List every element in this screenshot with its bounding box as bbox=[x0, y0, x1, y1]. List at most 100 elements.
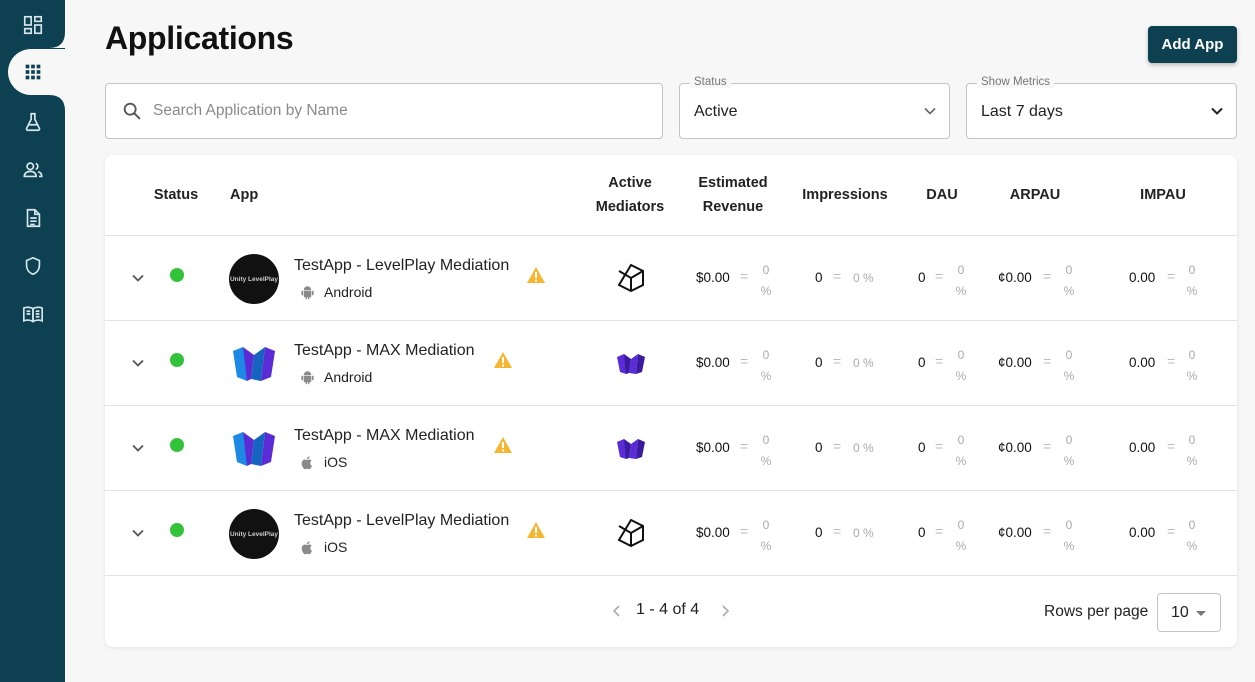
warning-icon[interactable] bbox=[493, 351, 513, 369]
applications-table: Status App Active Mediators Estimated Re… bbox=[105, 155, 1237, 647]
change-unit: % bbox=[1063, 539, 1075, 553]
col-revenue[interactable]: Estimated Revenue bbox=[683, 171, 783, 219]
equals-sign: = bbox=[740, 438, 749, 454]
app-logo-levelplay: Unity LevelPlay bbox=[229, 254, 279, 304]
status-dot bbox=[170, 268, 184, 282]
rows-per-page-value: 10 bbox=[1171, 604, 1189, 621]
col-dau[interactable]: DAU bbox=[917, 183, 967, 207]
nav-docs[interactable] bbox=[0, 292, 65, 336]
impau-value: 0.00 bbox=[1129, 525, 1156, 540]
platform-label: iOS bbox=[324, 539, 348, 555]
dau-value: 0 bbox=[918, 355, 926, 370]
change-value: 0 bbox=[1065, 518, 1073, 532]
equals-sign: = bbox=[833, 268, 842, 284]
impau-change: 0% bbox=[1185, 430, 1199, 472]
impau-value: 0.00 bbox=[1129, 355, 1156, 370]
equals-sign: = bbox=[1167, 268, 1176, 284]
page-title: Applications bbox=[105, 20, 294, 56]
table-row[interactable]: Unity LevelPlay TestApp - LevelPlay Medi… bbox=[105, 491, 1237, 576]
change-value: 0 bbox=[762, 348, 770, 362]
arpau-value: ¢0.00 bbox=[998, 355, 1032, 370]
equals-sign: = bbox=[833, 353, 842, 369]
warning-icon[interactable] bbox=[526, 521, 546, 539]
rows-per-page-select[interactable]: 10 bbox=[1157, 593, 1221, 632]
nav-users[interactable] bbox=[0, 148, 65, 192]
app-logo-max bbox=[233, 432, 275, 466]
change-value: 0 bbox=[1065, 348, 1073, 362]
col-status[interactable]: Status bbox=[151, 183, 201, 207]
document-icon bbox=[26, 208, 40, 228]
expand-chevron-icon[interactable] bbox=[131, 271, 145, 285]
arpau-value: ¢0.00 bbox=[998, 525, 1032, 540]
expand-chevron-icon[interactable] bbox=[131, 441, 145, 455]
nav-testing[interactable] bbox=[0, 100, 65, 144]
equals-sign: = bbox=[740, 268, 749, 284]
equals-sign: = bbox=[935, 438, 944, 454]
col-app[interactable]: App bbox=[230, 183, 258, 207]
change-unit: % bbox=[1186, 369, 1198, 383]
chevron-down-icon bbox=[1211, 107, 1223, 115]
expand-chevron-icon[interactable] bbox=[131, 356, 145, 370]
app-name[interactable]: TestApp - MAX Mediation bbox=[294, 427, 475, 445]
chevron-left-icon[interactable] bbox=[611, 604, 623, 618]
table-row[interactable]: TestApp - MAX Mediation Android $0.00 = … bbox=[105, 321, 1237, 406]
change-unit: % bbox=[1063, 454, 1075, 468]
change-unit: % bbox=[760, 284, 772, 298]
apps-grid-icon bbox=[25, 64, 40, 80]
change-value: 0 bbox=[1188, 518, 1196, 532]
arpau-change: 0% bbox=[1062, 260, 1076, 302]
platform-label: Android bbox=[324, 369, 373, 385]
col-revenue-line2: Revenue bbox=[702, 199, 764, 215]
revenue-value: $0.00 bbox=[696, 440, 730, 455]
chevron-down-icon bbox=[924, 107, 936, 115]
metrics-select[interactable]: Show Metrics Last 7 days bbox=[966, 76, 1237, 139]
change-unit: % bbox=[1186, 284, 1198, 298]
change-value: 0 bbox=[1065, 263, 1073, 277]
search-input[interactable] bbox=[153, 102, 633, 120]
expand-chevron-icon[interactable] bbox=[131, 526, 145, 540]
app-logo-max bbox=[233, 347, 275, 381]
active-tab-curve bbox=[49, 32, 65, 48]
table-row[interactable]: Unity LevelPlay TestApp - LevelPlay Medi… bbox=[105, 236, 1237, 321]
app-name[interactable]: TestApp - MAX Mediation bbox=[294, 342, 475, 360]
nav-applications[interactable] bbox=[8, 49, 65, 95]
search-field[interactable] bbox=[105, 83, 663, 139]
col-mediators-line2: Mediators bbox=[595, 199, 665, 215]
equals-sign: = bbox=[740, 353, 749, 369]
warning-icon[interactable] bbox=[526, 266, 546, 284]
change-value: 0 bbox=[957, 263, 965, 277]
impressions-value: 0 bbox=[815, 355, 823, 370]
col-arpau[interactable]: ARPAU bbox=[1005, 183, 1065, 207]
col-impau[interactable]: IMPAU bbox=[1130, 183, 1196, 207]
warning-icon[interactable] bbox=[493, 436, 513, 454]
table-row[interactable]: TestApp - MAX Mediation iOS $0.00 = 0% 0… bbox=[105, 406, 1237, 491]
status-select[interactable]: Status Active bbox=[679, 76, 950, 139]
add-app-button[interactable]: Add App bbox=[1148, 26, 1237, 63]
change-value: 0 bbox=[957, 433, 965, 447]
apple-icon bbox=[301, 540, 312, 554]
app-name[interactable]: TestApp - LevelPlay Mediation bbox=[294, 512, 509, 530]
change-unit: % bbox=[1063, 284, 1075, 298]
dau-value: 0 bbox=[918, 440, 926, 455]
platform: iOS bbox=[300, 454, 347, 470]
impressions-value: 0 bbox=[815, 525, 823, 540]
col-impressions[interactable]: Impressions bbox=[795, 183, 895, 207]
android-icon bbox=[301, 370, 314, 384]
book-icon bbox=[22, 306, 43, 323]
chevron-right-icon[interactable] bbox=[719, 604, 731, 618]
impressions-change: 0 % bbox=[853, 526, 874, 540]
android-icon bbox=[301, 285, 314, 299]
col-mediators[interactable]: Active Mediators bbox=[580, 171, 680, 219]
equals-sign: = bbox=[1043, 438, 1052, 454]
change-unit: % bbox=[760, 454, 772, 468]
nav-privacy[interactable] bbox=[0, 244, 65, 288]
app-name[interactable]: TestApp - LevelPlay Mediation bbox=[294, 257, 509, 275]
impressions-change: 0 % bbox=[853, 271, 874, 285]
col-revenue-line1: Estimated bbox=[698, 175, 768, 191]
logo-text: Unity LevelPlay bbox=[229, 275, 279, 283]
nav-documents[interactable] bbox=[0, 196, 65, 240]
impau-value: 0.00 bbox=[1129, 440, 1156, 455]
change-value: 0 bbox=[762, 433, 770, 447]
arpau-value: ¢0.00 bbox=[998, 440, 1032, 455]
change-value: 0 bbox=[762, 518, 770, 532]
